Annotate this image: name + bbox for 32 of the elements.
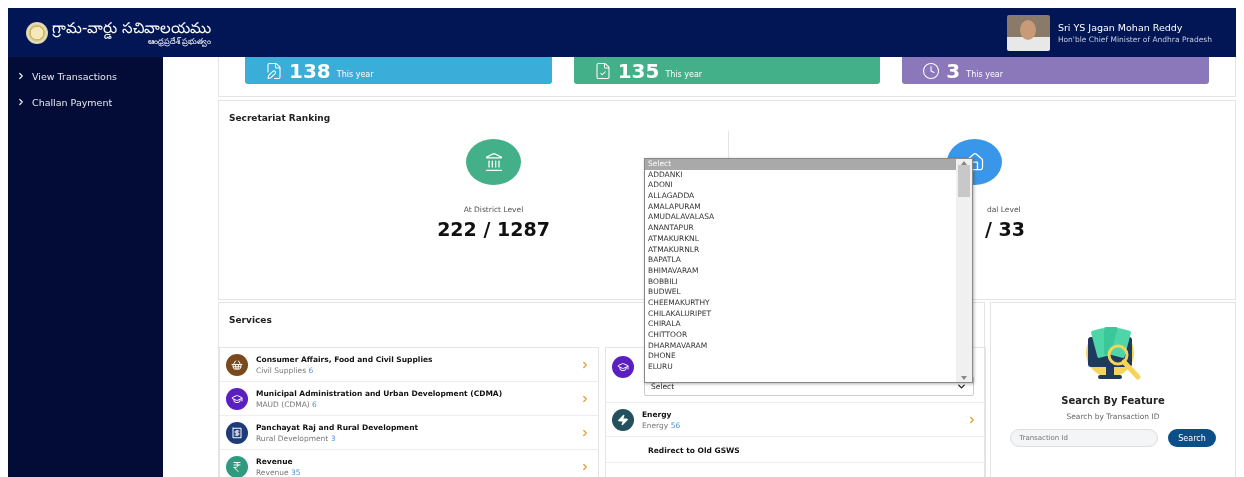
chevron-icon: [580, 462, 590, 472]
rank-value: / 33: [985, 218, 1025, 240]
portrait-placeholder: [1006, 14, 1050, 51]
stat-value: 135: [617, 58, 660, 83]
card-title: Services: [229, 315, 272, 325]
chevron-icon: [580, 428, 590, 438]
brand-title: గ్రామ-వార్డు సచివాలయము: [52, 19, 212, 37]
chevron-icon: [967, 415, 977, 425]
clock-icon: [922, 61, 941, 80]
scrollbar[interactable]: [956, 159, 972, 382]
card-title: Secretariat Ranking: [229, 113, 331, 123]
brand-subtitle: ఆంధ్రప్రదేశ్ ప్రభుత్వం: [147, 36, 212, 46]
stat-caption: This year: [336, 70, 374, 79]
sidebar-item[interactable]: View Transactions: [8, 63, 163, 89]
rank-value: 222 / 1287: [437, 218, 550, 240]
chevron-icon: [580, 360, 590, 370]
stat-value: 138: [289, 58, 331, 83]
chevron-icon: [580, 394, 590, 404]
sidebar-item-label: View Transactions: [32, 70, 117, 82]
pen-document-icon: [265, 61, 283, 80]
check-document-icon: [593, 61, 612, 80]
sidebar-item-label: Challan Payment: [32, 96, 113, 108]
chevron-icon: [16, 97, 26, 107]
emblem-logo-icon: [26, 21, 48, 44]
stat-caption: This year: [665, 70, 703, 79]
chevron-icon: [16, 71, 26, 81]
search-button[interactable]: Search: [1168, 429, 1216, 447]
stat-value: 3: [946, 58, 961, 83]
stat-caption: This year: [966, 70, 1003, 79]
sidebar-item[interactable]: Challan Payment: [8, 89, 163, 115]
user-name: Sri YS Jagan Mohan Reddy: [1057, 21, 1184, 33]
search-title: Search By Feature: [1061, 395, 1165, 406]
